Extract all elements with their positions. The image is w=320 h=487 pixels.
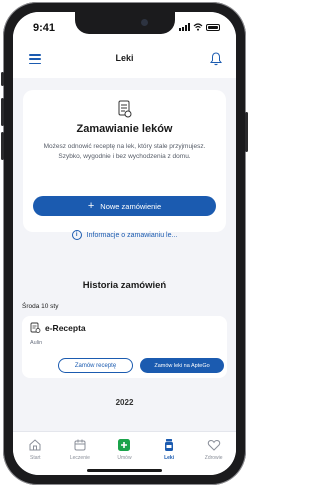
history-title: Historia zamówień [82,280,167,291]
top-navbar: Leki [13,42,236,78]
tab-label: Zdrowie [204,455,223,461]
plus-icon: + [87,200,95,212]
history-date: Środa 10 sty [22,303,59,310]
calendar-icon [74,439,86,451]
tab-label: Leki [164,455,175,461]
mute-switch [1,72,4,86]
tab-label: Umów [117,455,132,461]
battery-icon [206,23,220,31]
phone-frame: 9:41 Leki Zamawianie leków Możesz odnowi… [1,2,248,485]
volume-up-button [1,98,4,126]
app-screen: 9:41 Leki Zamawianie leków Możesz odnowi… [13,12,236,475]
home-icon [29,439,41,451]
camera-icon [141,19,148,26]
prescription-icon [30,322,41,333]
status-time: 9:41 [33,22,56,34]
notch [75,12,175,34]
year-header: 2022 [115,398,134,407]
new-order-button[interactable]: + Nowe zamówienie [33,196,216,216]
order-card-description: Możesz odnowić receptę na lek, który sta… [43,143,206,160]
tab-label: Start [30,455,41,461]
medicine-icon [165,439,174,451]
prescription-header: e-Recepta [30,322,86,333]
wifi-icon [193,23,203,31]
bottom-tab-bar: Start Leczenie Umów Leki Zdrowie [13,431,236,475]
signal-icon [179,23,190,31]
prescription-icon [118,100,132,118]
tab-start[interactable]: Start [15,438,55,475]
bell-icon[interactable] [210,52,222,66]
prescription-drug: Aulin [30,340,43,346]
plus-square-icon [118,439,131,451]
tab-label: Leczenie [69,455,90,461]
reorder-prescription-button[interactable]: Zamów receptę [58,358,133,373]
home-indicator [87,469,162,472]
prescription-title: e-Recepta [45,322,86,333]
order-card-title: Zamawianie leków [76,123,173,135]
volume-down-button [1,132,4,160]
tab-zdrowie[interactable]: Zdrowie [194,438,234,475]
heart-icon [207,439,220,451]
power-button [245,112,248,152]
order-apteka-button[interactable]: Zamów leki na ApteGo [140,358,224,373]
info-icon: i [71,230,82,240]
order-info-label: Informacje o zamawianiu le... [86,231,178,239]
new-order-label: Nowe zamówienie [100,201,162,211]
status-icons [179,23,220,31]
prescription-card[interactable]: e-Recepta Aulin Zamów receptę Zamów leki… [22,316,227,378]
order-info-link[interactable]: i Informacje o zamawianiu le... [23,228,226,242]
order-medicines-card: Zamawianie leków Możesz odnowić receptę … [23,90,226,232]
page-title: Leki [115,53,134,63]
